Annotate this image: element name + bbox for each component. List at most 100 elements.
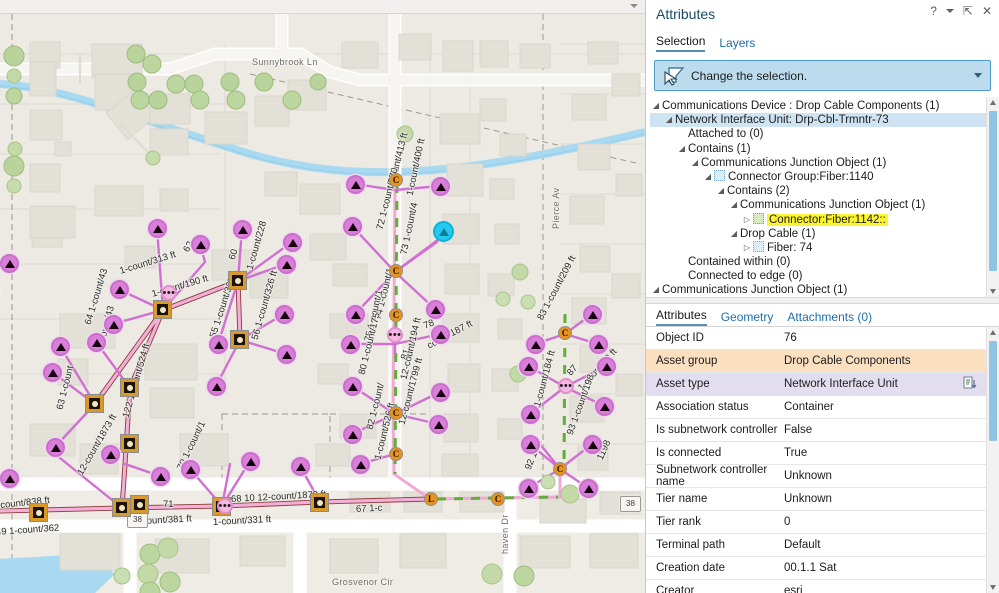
map-node-device[interactable] (110, 280, 129, 299)
attribute-value[interactable]: 76 (784, 332, 987, 344)
map-node-device[interactable] (87, 333, 106, 352)
map-node-container[interactable] (120, 434, 139, 453)
map-node-container[interactable] (153, 300, 172, 319)
table-row[interactable]: Creator esri (646, 580, 987, 593)
map-node-device[interactable] (104, 315, 123, 334)
map-node-connector[interactable]: C (389, 264, 403, 278)
map-node-junction[interactable]: ••• (558, 378, 574, 394)
table-row[interactable]: Association status Container (646, 396, 987, 419)
attribute-value[interactable]: Unknown (784, 493, 987, 505)
map-node-device[interactable] (277, 255, 296, 274)
tree-item[interactable]: Contained within (0) (650, 255, 987, 269)
table-row[interactable]: Object ID 76 (646, 327, 987, 350)
close-icon[interactable]: ✕ (982, 5, 992, 17)
map-node-device[interactable] (101, 445, 120, 464)
table-row[interactable]: Is subnetwork controller False (646, 419, 987, 442)
map-node-device[interactable] (519, 479, 538, 498)
tab-attachments[interactable]: Attachments (0) (787, 310, 872, 326)
tree-item[interactable]: ◢ Network Interface Unit: Drp-Cbl-Trmntr-… (650, 113, 987, 128)
table-row[interactable]: Terminal path Default (646, 534, 987, 557)
map-node-container[interactable] (85, 394, 104, 413)
attribute-value[interactable]: True (784, 447, 987, 459)
tree-item[interactable]: ◢ Communications Junction Object (1) (650, 198, 987, 212)
map-node-device[interactable] (191, 235, 210, 254)
table-row[interactable]: Subnetwork controller name Unknown (646, 464, 987, 488)
tree-item[interactable]: ◢ Drop Cable (1) (650, 227, 987, 241)
tree-scroll-thumb[interactable] (989, 111, 997, 271)
map-node-device[interactable] (429, 415, 448, 434)
table-row[interactable]: Is connected True (646, 442, 987, 465)
tree-item[interactable]: Connected to edge (0) (650, 269, 987, 283)
map-node-device[interactable] (583, 435, 602, 454)
map-node-device[interactable] (579, 479, 598, 498)
map-node-connector[interactable]: C (553, 462, 567, 476)
scroll-up-icon[interactable] (990, 330, 996, 335)
map-node-device[interactable] (46, 438, 65, 457)
map-node-device[interactable] (519, 357, 538, 376)
scroll-down-icon[interactable] (990, 585, 996, 590)
tree-scrollbar[interactable] (986, 97, 999, 297)
tree-item[interactable]: Attached to (0) (650, 127, 987, 141)
map-node-device[interactable] (43, 363, 62, 382)
table-row[interactable]: Creation date 00.1.1 Sat (646, 557, 987, 580)
grid-scroll-thumb[interactable] (989, 341, 997, 441)
map-node-device[interactable] (277, 345, 296, 364)
twisty-expanded-icon[interactable]: ◢ (728, 227, 740, 241)
map-node-device[interactable] (343, 377, 362, 396)
tab-selection[interactable]: Selection (656, 34, 706, 52)
map-node-device[interactable] (209, 335, 228, 354)
scroll-up-icon[interactable] (990, 100, 996, 105)
tab-layers[interactable]: Layers (719, 36, 755, 52)
map-toolbar[interactable] (0, 0, 645, 14)
attribute-value[interactable]: Default (784, 539, 987, 551)
map-node-device[interactable] (0, 254, 19, 273)
attribute-value[interactable]: esri (784, 585, 987, 593)
tree-item[interactable]: ▷ Connector:Fiber:1142:: (650, 212, 987, 227)
map-node-device[interactable] (521, 405, 540, 424)
map-node-device[interactable] (181, 460, 200, 479)
attribute-value[interactable]: Network Interface Unit (784, 378, 963, 390)
tree-item[interactable]: ◢ Contains (1) (650, 142, 987, 156)
table-row[interactable]: Tier rank 0 (646, 511, 987, 534)
map-node-junction[interactable]: ••• (387, 327, 403, 343)
tree-item[interactable]: ◢ Connector Group:Fiber:1140 (650, 169, 987, 184)
map-node-device[interactable] (341, 335, 360, 354)
table-row[interactable]: Tier name Unknown (646, 488, 987, 511)
map-node-container[interactable] (120, 378, 139, 397)
attribute-value[interactable]: Container (784, 401, 987, 413)
map-node-connector[interactable]: C (389, 447, 403, 461)
map-node-connector[interactable]: C (558, 326, 572, 340)
map-node-selected[interactable] (433, 221, 454, 242)
map-node-device[interactable] (151, 467, 170, 486)
map-node-device[interactable] (343, 425, 362, 444)
map-node-device[interactable] (583, 305, 602, 324)
tree-item[interactable]: ◢ Communications Device : Drop Cable Comp… (650, 99, 987, 113)
map-canvas[interactable]: Sunnybrook LnErie StPierce AvGrosvenor C… (0, 14, 645, 593)
map-node-device[interactable] (521, 435, 540, 454)
map-node-container[interactable] (230, 330, 249, 349)
twisty-expanded-icon[interactable]: ◢ (663, 113, 675, 127)
map-node-device[interactable] (595, 397, 614, 416)
tab-attributes[interactable]: Attributes (656, 308, 707, 326)
twisty-expanded-icon[interactable]: ◢ (650, 283, 662, 297)
attribute-value[interactable]: False (784, 424, 987, 436)
map-node-device[interactable] (283, 233, 302, 252)
map-node-container[interactable] (112, 498, 131, 517)
map-node-container[interactable] (130, 495, 149, 514)
map-node-container[interactable] (228, 271, 247, 290)
map-node-connector[interactable]: C (389, 173, 403, 187)
map-node-junction[interactable]: ••• (161, 285, 177, 301)
attribute-value[interactable]: 00.1.1 Sat (784, 562, 987, 574)
map-node-device[interactable] (51, 337, 70, 356)
attribute-value[interactable]: Unknown (784, 470, 987, 482)
map-node-junction[interactable]: ••• (217, 498, 233, 514)
map-node-device[interactable] (291, 457, 310, 476)
attribute-value[interactable]: 0 (784, 516, 987, 528)
association-tree[interactable]: ◢ Communications Device : Drop Cable Comp… (646, 97, 987, 297)
change-selection-bar[interactable]: Change the selection. (654, 60, 991, 91)
map-node-connector[interactable]: C (389, 406, 403, 420)
map-node-device[interactable] (346, 305, 365, 324)
map-node-device[interactable] (148, 219, 167, 238)
attributes-grid[interactable]: Object ID 76 Asset group Drop Cable Compone… (646, 327, 987, 593)
twisty-expanded-icon[interactable]: ◢ (689, 156, 701, 170)
